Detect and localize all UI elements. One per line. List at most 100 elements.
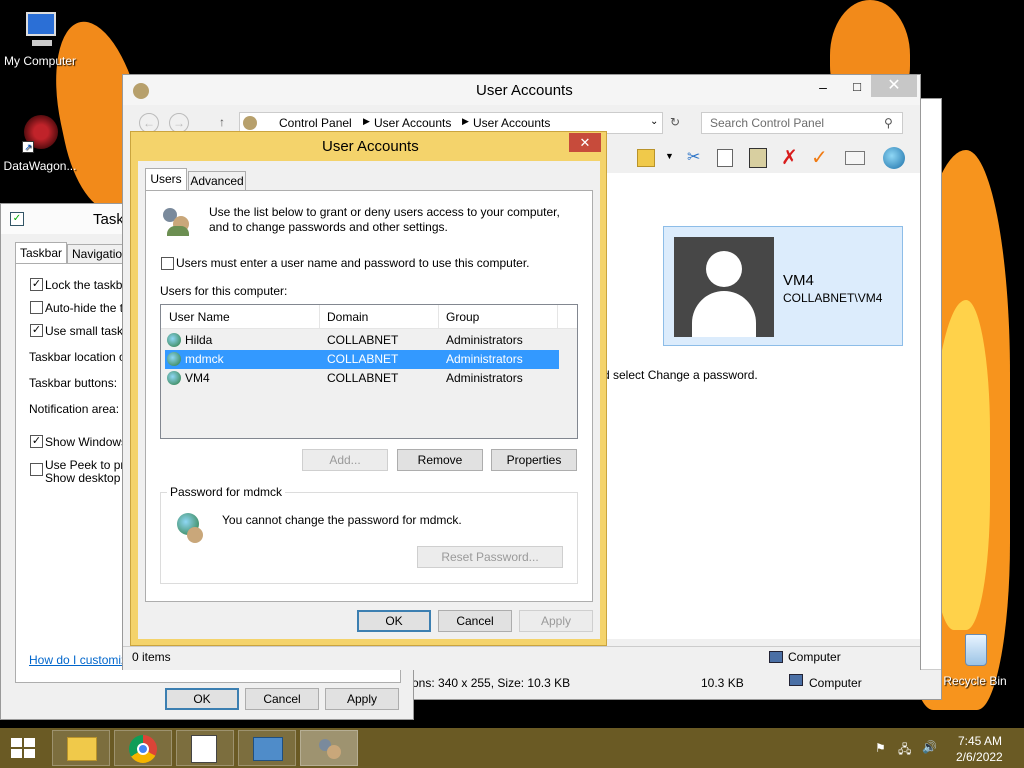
tab-users[interactable]: Users xyxy=(145,168,187,191)
tab-advanced[interactable]: Advanced xyxy=(188,171,246,191)
user-group: Administrators xyxy=(446,352,523,366)
user-avatar xyxy=(674,237,774,337)
search-icon: ⚲ xyxy=(884,116,893,130)
user-domain: COLLABNET xyxy=(327,333,399,347)
user-accounts-dialog[interactable]: User Accounts ✕ Users Advanced Use the l… xyxy=(130,131,607,646)
breadcrumb-user-accounts[interactable]: User Accounts xyxy=(374,116,451,130)
tab-navigation[interactable]: Navigation xyxy=(67,244,129,264)
apply-button[interactable]: Apply xyxy=(325,688,399,710)
breadcrumb-user-accounts-current[interactable]: User Accounts xyxy=(473,116,550,130)
autohide-label: Auto-hide the ta xyxy=(45,301,130,315)
delete-icon[interactable]: ✗ xyxy=(781,145,798,170)
computer-icon xyxy=(20,10,60,50)
show-windows-store-checkbox[interactable]: ✓ xyxy=(30,435,43,448)
intro-text: Use the list below to grant or deny user… xyxy=(209,205,560,219)
ok-button[interactable]: OK xyxy=(165,688,239,710)
chevron-down-icon[interactable]: ▼ xyxy=(665,151,674,161)
taskbar-buttons-label: Taskbar buttons: xyxy=(29,376,118,390)
copy-icon[interactable] xyxy=(717,149,733,167)
use-peek-checkbox[interactable] xyxy=(30,463,43,476)
table-row-selected[interactable]: mdmck COLLABNET Administrators xyxy=(165,350,559,369)
properties-icon[interactable] xyxy=(845,151,865,165)
users-icon xyxy=(161,206,191,236)
user-group: Administrators xyxy=(446,333,523,347)
close-button[interactable]: ✕ xyxy=(871,75,917,97)
breadcrumb-control-panel[interactable]: Control Panel xyxy=(279,116,352,130)
user-card[interactable]: VM4 COLLABNET\VM4 xyxy=(663,226,903,346)
column-header-domain[interactable]: Domain xyxy=(327,310,368,324)
taskbar-taskbar-properties[interactable] xyxy=(176,730,234,766)
close-button[interactable]: ✕ xyxy=(569,133,601,152)
taskbar-file-explorer[interactable] xyxy=(52,730,110,766)
reset-password-button[interactable]: Reset Password... xyxy=(417,546,563,568)
maximize-button[interactable]: □ xyxy=(845,79,869,99)
person-icon-body xyxy=(692,291,756,337)
window-title: User Accounts xyxy=(476,82,573,99)
column-header-user-name[interactable]: User Name xyxy=(169,310,230,324)
start-button[interactable] xyxy=(6,734,40,762)
user-name: VM4 xyxy=(185,371,210,385)
desktop-icon-datawagon[interactable]: ↗ DataWagon... xyxy=(0,115,80,173)
remove-button[interactable]: Remove xyxy=(397,449,483,471)
minimize-button[interactable]: – xyxy=(811,79,835,99)
tab-label: Taskbar xyxy=(19,246,63,260)
desktop-icon-label: DataWagon... xyxy=(3,159,77,173)
checklist-icon: ✓ xyxy=(10,212,24,226)
tab-taskbar[interactable]: Taskbar xyxy=(15,242,67,264)
user-password-icon xyxy=(177,513,207,545)
up-arrow-icon[interactable]: ↑ xyxy=(219,115,225,129)
cancel-button[interactable]: Cancel xyxy=(245,688,319,710)
table-row[interactable]: VM4 COLLABNET Administrators xyxy=(165,369,559,388)
checklist-icon xyxy=(191,735,217,763)
clock-time[interactable]: 7:45 AM xyxy=(958,734,1002,748)
users-icon xyxy=(317,737,343,763)
window-title: Task xyxy=(93,211,124,228)
ok-button[interactable]: OK xyxy=(357,610,431,632)
column-divider xyxy=(438,305,439,329)
users-icon xyxy=(243,116,257,130)
users-list[interactable]: User Name Domain Group Hilda COLLABNET A… xyxy=(160,304,578,439)
location-text: Computer xyxy=(788,650,841,664)
help-link[interactable]: How do I customize xyxy=(29,653,134,667)
password-group-title: Password for mdmck xyxy=(167,485,286,499)
desktop-icon-my-computer[interactable]: My Computer xyxy=(0,10,80,68)
paste-icon[interactable] xyxy=(749,148,767,168)
add-button[interactable]: Add... xyxy=(302,449,388,471)
user-globe-icon xyxy=(167,352,181,366)
back-arrow-icon[interactable]: ← xyxy=(139,113,159,133)
column-header-group[interactable]: Group xyxy=(446,310,479,324)
forward-arrow-icon[interactable]: → xyxy=(169,113,189,133)
network-icon[interactable]: 🖧 xyxy=(898,740,914,756)
must-login-checkbox[interactable] xyxy=(161,257,174,270)
action-center-flag-icon[interactable]: ⚑ xyxy=(875,741,889,755)
small-buttons-checkbox[interactable]: ✓ xyxy=(30,324,43,337)
taskbar: ⚑ 🖧 🔊 7:45 AM 2/6/2022 xyxy=(0,728,1024,768)
taskbar-control-panel[interactable] xyxy=(238,730,296,766)
clock-date[interactable]: 2/6/2022 xyxy=(956,750,1003,764)
volume-icon[interactable]: 🔊 xyxy=(922,740,938,756)
tab-label: Navigation xyxy=(72,247,129,261)
autohide-checkbox[interactable] xyxy=(30,301,43,314)
taskbar-chrome[interactable] xyxy=(114,730,172,766)
search-input[interactable]: Search Control Panel ⚲ xyxy=(701,112,903,134)
user-domain: COLLABNET xyxy=(327,352,399,366)
cut-icon[interactable]: ✂ xyxy=(687,147,700,167)
properties-button[interactable]: Properties xyxy=(491,449,577,471)
apply-button[interactable]: Apply xyxy=(519,610,593,632)
user-name: mdmck xyxy=(185,352,224,366)
table-row[interactable]: Hilda COLLABNET Administrators xyxy=(165,331,559,350)
user-card-name: VM4 xyxy=(783,272,814,289)
folder-icon xyxy=(67,737,97,761)
chevron-down-icon[interactable]: ⌄ xyxy=(650,116,658,127)
refresh-icon[interactable]: ↻ xyxy=(670,115,680,129)
notification-area-label: Notification area: xyxy=(29,402,120,416)
folder-icon[interactable] xyxy=(637,149,655,167)
taskbar-user-accounts[interactable] xyxy=(300,730,358,766)
checkmark-icon[interactable]: ✓ xyxy=(811,145,828,170)
recycle-bin-icon xyxy=(955,630,995,670)
lock-taskbar-checkbox[interactable]: ✓ xyxy=(30,278,43,291)
desktop-icon-recycle-bin[interactable]: Recycle Bin xyxy=(935,630,1015,688)
globe-icon[interactable] xyxy=(883,147,905,169)
cancel-button[interactable]: Cancel xyxy=(438,610,512,632)
users-list-label: Users for this computer: xyxy=(160,284,288,298)
